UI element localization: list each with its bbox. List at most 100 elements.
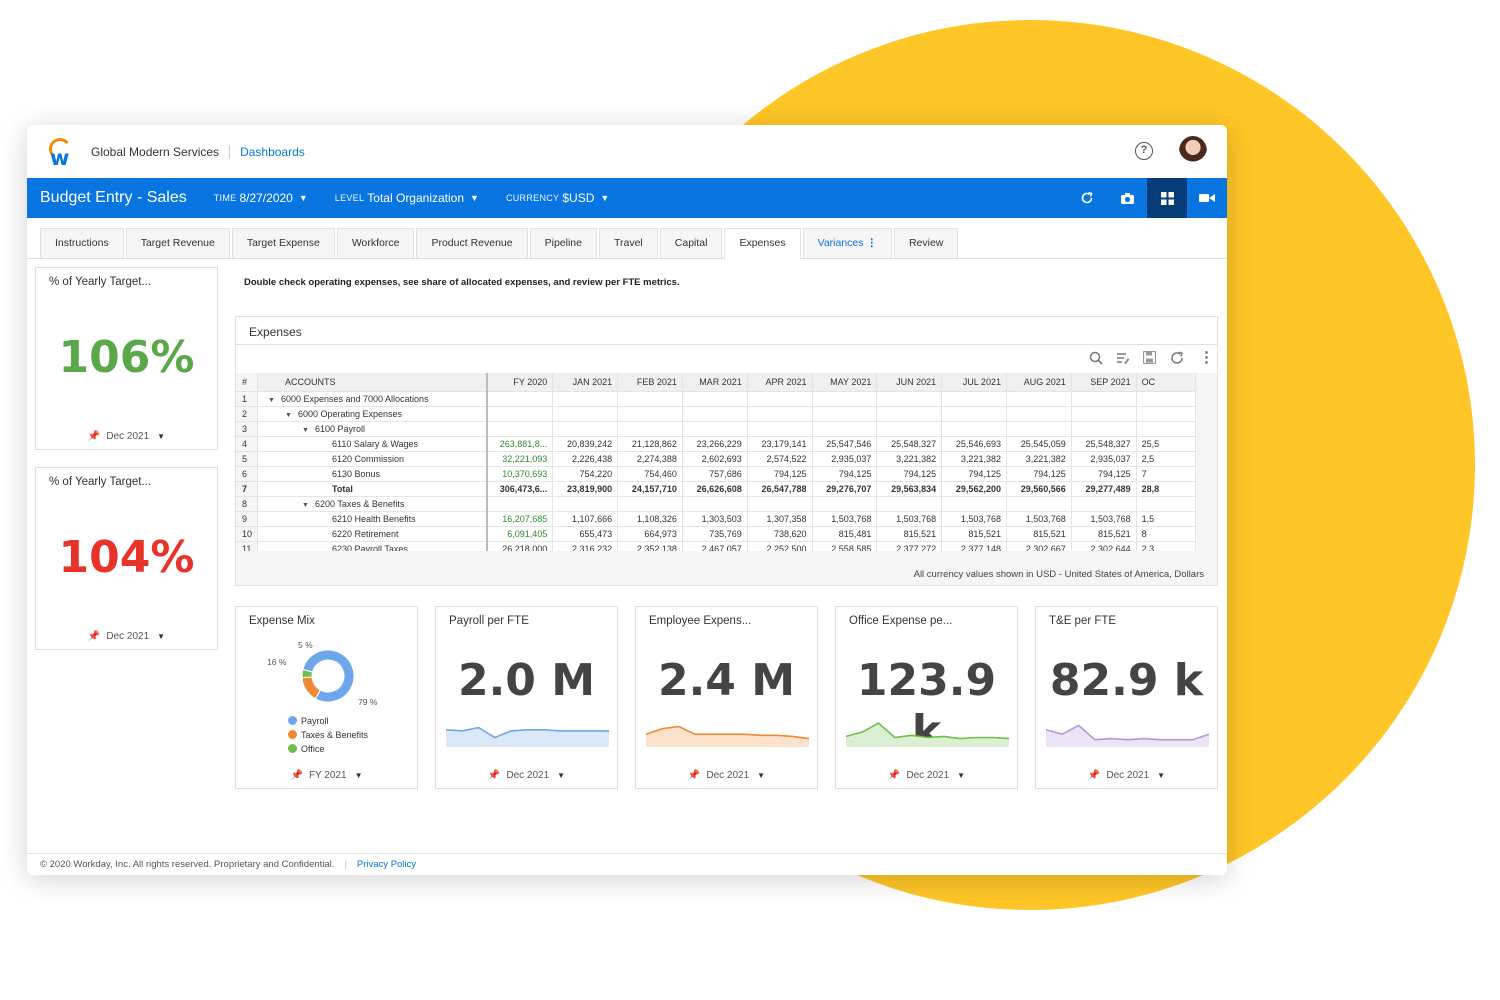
table-row[interactable]: 10 6220 Retirement 6,091,405 655,473 664,973… [236, 526, 1196, 542]
grid-cell[interactable]: 25,548,327 [1071, 436, 1137, 452]
tab-target-revenue[interactable]: Target Revenue [125, 228, 230, 258]
tab-capital[interactable]: Capital [659, 228, 723, 258]
grid-cell[interactable] [487, 406, 554, 422]
grid-cell[interactable]: 23,266,229 [682, 436, 748, 452]
grid-cell[interactable]: 26,626,608 [682, 481, 748, 497]
grid-cell[interactable] [487, 421, 554, 437]
grid-cell[interactable]: 664,973 [617, 526, 683, 542]
grid-cell[interactable] [941, 406, 1007, 422]
grid-cell[interactable]: 263,881,8... [487, 436, 554, 452]
grid-cell[interactable]: 2,5 [1136, 451, 1196, 467]
filter-edit-icon[interactable] [1116, 351, 1130, 368]
grid-cell[interactable]: 794,125 [1006, 466, 1072, 482]
table-row[interactable]: 11 6230 Payroll Taxes 26,218,000 2,316,232 2… [236, 541, 1196, 551]
expand-toggle-icon[interactable]: ▼ [302, 502, 309, 509]
time-selector[interactable]: TIME 8/27/2020 ▼ [214, 191, 308, 205]
grid-cell[interactable]: 2,302,644 [1071, 541, 1137, 551]
grid-cell[interactable]: 6,091,405 [487, 526, 554, 542]
grid-cell[interactable]: 1,503,768 [876, 511, 943, 527]
table-row[interactable]: 2 ▼ 6000 Operating Expenses [236, 406, 1196, 422]
grid-cell[interactable] [1136, 391, 1196, 407]
grid-cell[interactable]: 32,221,093 [487, 451, 554, 467]
grid-cell[interactable]: 3,221,382 [876, 451, 943, 467]
grid-cell[interactable] [1071, 406, 1137, 422]
save-icon[interactable] [1142, 350, 1157, 367]
grid-cell[interactable]: 23,179,141 [747, 436, 813, 452]
expand-toggle-icon[interactable]: ▼ [268, 397, 275, 404]
table-row[interactable]: 7 Total 306,473,6... 23,819,900 24,157,710 26… [236, 481, 1196, 497]
grid-cell[interactable]: 25,548,327 [876, 436, 943, 452]
currency-selector[interactable]: CURRENCY $USD ▼ [506, 191, 609, 205]
grid-cell[interactable]: 794,125 [747, 466, 813, 482]
grid-cell[interactable] [617, 421, 683, 437]
grid-cell[interactable]: 2,377,148 [941, 541, 1007, 551]
column-header[interactable]: AUG 2021 [1006, 373, 1072, 392]
grid-cell[interactable]: 815,521 [876, 526, 943, 542]
column-header[interactable]: APR 2021 [747, 373, 813, 392]
grid-cell[interactable] [1006, 421, 1072, 437]
tab-instructions[interactable]: Instructions [40, 228, 124, 258]
grid-cell[interactable] [1136, 421, 1196, 437]
grid-cell[interactable] [812, 421, 878, 437]
column-header[interactable]: JUN 2021 [876, 373, 943, 392]
column-header[interactable]: OC [1136, 373, 1196, 392]
grid-cell[interactable]: 815,521 [1071, 526, 1137, 542]
card-period-selector[interactable]: 📌 Dec 2021 ▼ [836, 770, 1017, 781]
grid-cell[interactable]: 20,839,242 [552, 436, 619, 452]
grid-cell[interactable] [876, 496, 943, 512]
grid-cell[interactable]: 28,8 [1136, 481, 1196, 497]
grid-cell[interactable] [682, 391, 748, 407]
more-vertical-icon[interactable]: ⋮ [1199, 348, 1214, 366]
grid-cell[interactable] [1006, 496, 1072, 512]
grid-cell[interactable] [1136, 496, 1196, 512]
grid-cell[interactable]: 3,221,382 [941, 451, 1007, 467]
grid-cell[interactable]: 1,5 [1136, 511, 1196, 527]
grid-cell[interactable] [1136, 406, 1196, 422]
column-header[interactable]: SEP 2021 [1071, 373, 1137, 392]
grid-cell[interactable]: 7 [1136, 466, 1196, 482]
grid-cell[interactable] [682, 406, 748, 422]
column-header[interactable]: FEB 2021 [617, 373, 683, 392]
grid-cell[interactable] [617, 406, 683, 422]
expand-toggle-icon[interactable]: ▼ [302, 427, 309, 434]
grid-cell[interactable]: 754,460 [617, 466, 683, 482]
grid-cell[interactable] [941, 391, 1007, 407]
grid-cell[interactable] [1071, 391, 1137, 407]
workday-logo-icon[interactable]: w [47, 138, 73, 170]
column-header[interactable]: FY 2020 [487, 373, 554, 392]
grid-cell[interactable] [747, 406, 813, 422]
grid-cell[interactable] [812, 496, 878, 512]
kpi-yearly-target-1[interactable]: % of Yearly Target... 106% 📌 Dec 2021 ▼ [35, 267, 218, 450]
grid-cell[interactable]: 2,602,693 [682, 451, 748, 467]
grid-cell[interactable] [487, 391, 554, 407]
legend-item[interactable]: Taxes & Benefits [288, 728, 368, 742]
grid-cell[interactable]: 794,125 [1071, 466, 1137, 482]
grid-cell[interactable] [747, 391, 813, 407]
grid-cell[interactable] [941, 421, 1007, 437]
grid-cell[interactable]: 2,377,272 [876, 541, 943, 551]
grid-cell[interactable]: 2,302,667 [1006, 541, 1072, 551]
grid-cell[interactable]: 16,207,685 [487, 511, 554, 527]
kpi-yearly-target-2[interactable]: % of Yearly Target... 104% 📌 Dec 2021 ▼ [35, 467, 218, 650]
kpi-period-selector[interactable]: 📌 Dec 2021 ▼ [36, 631, 217, 642]
grid-cell[interactable]: 2,3 [1136, 541, 1196, 551]
grid-cell[interactable]: 2,316,232 [552, 541, 619, 551]
table-row[interactable]: 9 6210 Health Benefits 16,207,685 1,107,666… [236, 511, 1196, 527]
grid-cell[interactable] [1006, 406, 1072, 422]
dashboards-link[interactable]: Dashboards [240, 145, 305, 159]
search-icon[interactable] [1089, 351, 1103, 368]
tab-review[interactable]: Review [893, 228, 959, 258]
grid-cell[interactable] [812, 391, 878, 407]
grid-cell[interactable]: 24,157,710 [617, 481, 683, 497]
grid-cell[interactable] [682, 496, 748, 512]
column-header[interactable]: JUL 2021 [941, 373, 1007, 392]
grid-cell[interactable]: 25,545,059 [1006, 436, 1072, 452]
grid-cell[interactable]: 29,276,707 [812, 481, 878, 497]
card-employee-expense[interactable]: Employee Expens... 2.4 M 📌 Dec 2021 ▼ [635, 606, 818, 789]
grid-cell[interactable]: 1,307,358 [747, 511, 813, 527]
grid-cell[interactable] [552, 391, 619, 407]
card-period-selector[interactable]: 📌 Dec 2021 ▼ [436, 770, 617, 781]
tab-product-revenue[interactable]: Product Revenue [416, 228, 528, 258]
table-row[interactable]: 3 ▼ 6100 Payroll [236, 421, 1196, 437]
refresh-icon[interactable] [1067, 178, 1107, 218]
